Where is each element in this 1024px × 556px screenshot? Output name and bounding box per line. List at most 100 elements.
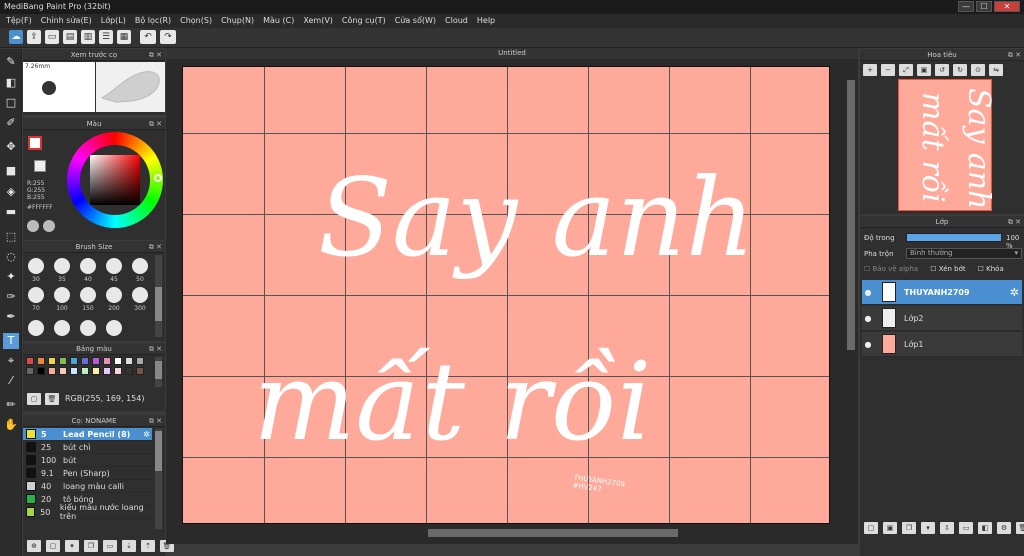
opacity-slider[interactable] [906,233,1002,242]
palette-swatch[interactable] [92,367,100,375]
palette-swatch[interactable] [136,367,144,375]
add-brush-icon[interactable]: ⊕ [27,540,41,552]
palette-swatch[interactable] [70,367,78,375]
brush-size-option[interactable]: 40 [78,258,98,283]
palette-swatch[interactable] [92,357,100,365]
brush-menu-icon[interactable]: ▾ [65,540,79,552]
reset-rotation-icon[interactable]: ⊙ [971,64,985,76]
text-tool-icon[interactable]: T [3,333,19,349]
panel-controls-icon[interactable]: ⧉ ✕ [149,241,162,253]
palette-swatch[interactable] [81,357,89,365]
secondary-color-swatch[interactable] [34,160,46,172]
menu-cloud[interactable]: Cloud [445,14,468,28]
brush-item[interactable]: 5 Lead Pencil (8) ✲ [23,428,152,441]
navigator-thumbnail[interactable]: Say anh mất rồi [898,79,996,211]
palette-swatch[interactable] [70,357,78,365]
palette-file-icon[interactable]: ▢ [27,393,41,405]
palette-swatch[interactable] [114,357,122,365]
menu-tools[interactable]: Công cụ(T) [342,14,386,28]
menu-help[interactable]: Help [477,14,495,28]
layer-settings-icon[interactable]: ⚙ [997,522,1011,534]
select-pen-tool-icon[interactable]: ✑ [3,289,19,305]
layer-item[interactable]: ● THUYANH2709 ✲ [862,280,1022,305]
brush-size-option[interactable]: 150 [78,287,98,312]
fill-tool-icon[interactable]: ◈ [3,184,19,200]
folder-layer-icon[interactable]: ▭ [959,522,973,534]
redo-icon[interactable]: ↷ [160,30,176,44]
palette-swatch[interactable] [114,367,122,375]
horizontal-scrollbar[interactable] [166,528,846,538]
hue-wheel[interactable] [67,132,163,228]
move-tool-icon[interactable]: ✥ [3,139,19,155]
export-brush-icon[interactable]: ⇡ [141,540,155,552]
palette-scrollbar[interactable] [155,357,162,387]
panel-controls-icon[interactable]: ⧉ ✕ [149,415,162,427]
layer-item[interactable]: ● Lớp2 [862,306,1022,331]
panel-controls-icon[interactable]: ⧉ ✕ [1008,216,1021,228]
brush-size-option[interactable] [26,320,46,338]
eyedropper-icon[interactable]: ⁄ [3,373,19,389]
brush-item[interactable]: 25 bút chì [23,441,152,454]
magic-wand-icon[interactable]: ✦ [3,269,19,285]
palette-swatch[interactable] [48,367,56,375]
brush-item[interactable]: 100 bút [23,454,152,467]
select-pen-icon[interactable]: ✐ [3,115,19,131]
hand-tool-icon[interactable]: ✋ [3,417,19,433]
palette-swatch[interactable] [48,357,56,365]
select-tool-icon[interactable]: ⬚ [3,229,19,245]
brush-size-option[interactable]: 300 [130,287,150,312]
panel-controls-icon[interactable]: ⧉ ✕ [149,118,162,130]
import-icon[interactable]: ⇣ [122,540,136,552]
brush-size-option[interactable] [52,320,72,338]
comment-icon[interactable]: ▭ [45,30,59,44]
menu-edit[interactable]: Chỉnh sửa(E) [41,14,92,28]
brush-size-option[interactable]: 45 [104,258,124,283]
palette-swatch[interactable] [103,367,111,375]
eye-icon[interactable]: ● [862,314,874,323]
protect-alpha-checkbox[interactable]: ☐ Bảo vệ alpha [864,265,918,273]
dot-tool-icon[interactable]: □ [3,95,19,111]
export-icon[interactable]: ⇪ [27,30,41,44]
layer-menu-icon[interactable]: ▾ [921,522,935,534]
brush-tool-icon[interactable]: ✎ [3,54,19,70]
new-layer-color-icon[interactable]: ▣ [883,522,897,534]
shape-tool-icon[interactable]: ■ [3,163,19,179]
brush-size-scrollbar[interactable] [155,255,162,337]
drawing-canvas[interactable]: Say anh mất rồi THUYANH2709 #HV247 [182,66,830,524]
folder-icon[interactable]: ▭ [103,540,117,552]
brush-size-option[interactable]: 100 [52,287,72,312]
actual-size-icon[interactable]: ▣ [917,64,931,76]
menu-window[interactable]: Cửa sổ(W) [395,14,436,28]
merge-down-icon[interactable]: ⇩ [940,522,954,534]
delete-layer-icon[interactable]: 🗑 [1016,522,1024,534]
cloud-icon[interactable]: ☁ [9,30,23,44]
lasso-tool-icon[interactable]: ◌ [3,249,19,265]
palette-swatch[interactable] [37,367,45,375]
layer-item[interactable]: ● Lớp1 [862,332,1022,357]
list-icon[interactable]: ☰ [99,30,113,44]
clip-checkbox[interactable]: ☐ Xén bớt [930,265,965,273]
panel-icon[interactable]: ▤ [63,30,77,44]
palette-swatch[interactable] [136,357,144,365]
flip-icon[interactable]: ⇋ [989,64,1003,76]
brush-item[interactable]: 9.1 Pen (Sharp) [23,467,152,480]
menu-select[interactable]: Chọn(S) [180,14,212,28]
copy-brush-icon[interactable]: ❐ [84,540,98,552]
mask-icon[interactable]: ◧ [978,522,992,534]
palette-swatch[interactable] [59,367,67,375]
brush-size-option[interactable]: 50 [130,258,150,283]
blend-mode-select[interactable]: Bình thường ▾ [906,248,1022,259]
palette-trash-icon[interactable]: 🗑 [45,393,59,405]
select-eraser-icon[interactable]: ✒ [3,309,19,325]
lock-checkbox[interactable]: ☐ Khóa [978,265,1004,273]
menu-snap[interactable]: Chụp(N) [221,14,254,28]
zoom-out-icon[interactable]: − [881,64,895,76]
vertical-scrollbar[interactable] [846,60,856,530]
menu-view[interactable]: Xem(V) [303,14,333,28]
brush-size-option[interactable] [104,320,124,338]
pen-tool-icon[interactable]: ✏ [3,397,19,413]
brush-item[interactable]: 50 kiểu màu nước loang trên [23,503,152,521]
gradient-tool-icon[interactable]: ▬ [3,204,19,220]
close-button[interactable]: ✕ [994,1,1020,12]
fit-icon[interactable]: ⤢ [899,64,913,76]
